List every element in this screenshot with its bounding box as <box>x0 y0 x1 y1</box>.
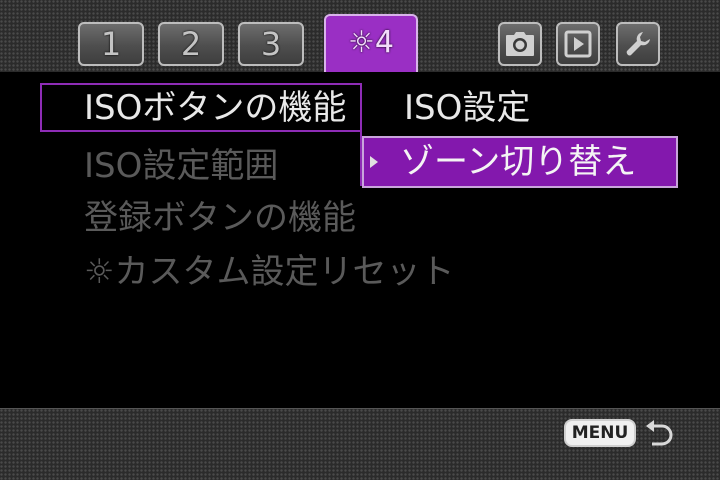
wrench-icon <box>626 32 650 56</box>
tab-custom-4-label: ☼4 <box>348 25 394 60</box>
camera-menu-screen: 1 2 3 ☼4 ISOボタンの機能 ISO設定範囲 登録ボタンの機能 ☼カスタ… <box>0 0 720 480</box>
return-arrow-icon <box>646 420 673 446</box>
submenu-option-iso-setting[interactable]: ISO設定 <box>404 84 530 132</box>
tab-1[interactable]: 1 <box>78 22 144 66</box>
menu-button[interactable]: MENU <box>564 419 636 447</box>
camera-icon <box>506 32 534 56</box>
tab-2-label: 2 <box>180 25 202 63</box>
tab-2[interactable]: 2 <box>158 22 224 66</box>
tab-bar: 1 2 3 ☼4 <box>0 0 720 72</box>
triangle-right-icon <box>370 156 378 168</box>
menu-item-iso-button-function[interactable]: ISOボタンの機能 <box>84 84 346 132</box>
tab-3-label: 3 <box>260 25 282 63</box>
tab-playback[interactable] <box>556 22 600 66</box>
menu-item-custom-settings-reset[interactable]: ☼カスタム設定リセット <box>84 248 454 296</box>
submenu-option-zone-switch-label: ゾーン切り替え <box>400 142 637 182</box>
tab-3[interactable]: 3 <box>238 22 304 66</box>
playback-icon <box>564 30 592 58</box>
submenu-option-zone-switch[interactable]: ゾーン切り替え <box>362 136 678 188</box>
tab-custom-4[interactable]: ☼4 <box>324 14 418 72</box>
tab-1-label: 1 <box>100 25 122 63</box>
tab-shooting[interactable] <box>498 22 542 66</box>
menu-item-iso-setting-range[interactable]: ISO設定範囲 <box>84 142 278 190</box>
tab-setup[interactable] <box>616 22 660 66</box>
menu-item-register-button-function[interactable]: 登録ボタンの機能 <box>84 194 356 242</box>
